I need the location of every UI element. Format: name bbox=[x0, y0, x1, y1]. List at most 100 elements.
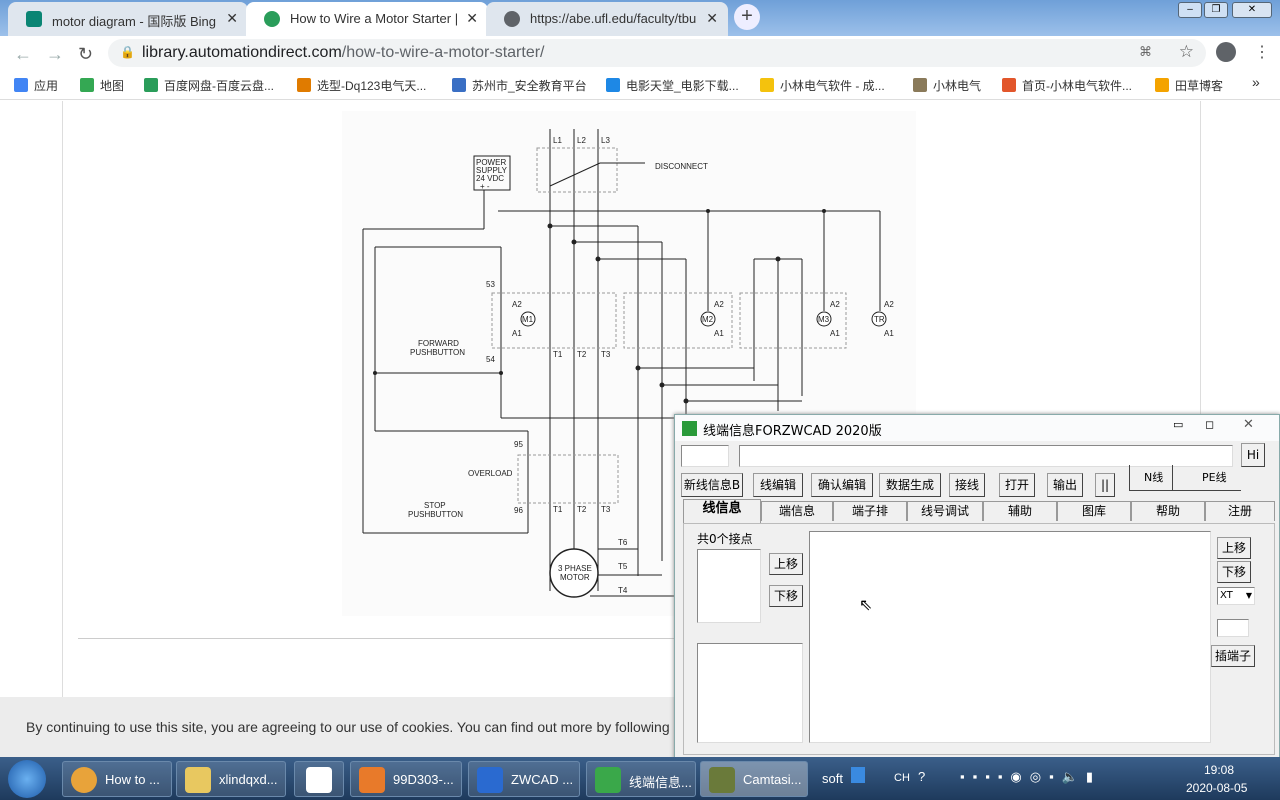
start-button[interactable] bbox=[8, 760, 46, 798]
apps-icon bbox=[14, 78, 28, 92]
new-tab-button[interactable]: + bbox=[734, 4, 760, 30]
close-icon[interactable]: ✕ bbox=[226, 10, 238, 27]
right-move-down-button[interactable]: 下移 bbox=[1217, 561, 1251, 583]
more-bookmarks-icon[interactable]: » bbox=[1252, 74, 1260, 90]
hi-button[interactable]: Hi bbox=[1241, 443, 1265, 467]
url-input[interactable]: 🔒 library.automationdirect.com/how-to-wir… bbox=[108, 39, 1206, 67]
bookmark-label: 地图 bbox=[100, 79, 125, 93]
clock-date[interactable]: 2020-08-05 bbox=[1186, 781, 1247, 795]
bookmark-label: 小林电气 bbox=[933, 79, 982, 93]
node-53: 53 bbox=[486, 280, 495, 289]
move-down-button[interactable]: 下移 bbox=[769, 585, 803, 607]
small-input[interactable] bbox=[681, 445, 729, 467]
tab-line-info[interactable]: 线信息 bbox=[683, 499, 761, 523]
open-button[interactable]: 打开 bbox=[999, 473, 1035, 497]
maximize-button[interactable]: ◻ bbox=[1205, 418, 1214, 431]
back-icon[interactable]: ← bbox=[14, 44, 32, 65]
lower-list[interactable] bbox=[697, 643, 803, 743]
bookmark[interactable]: 首页-小林电气软件... bbox=[1002, 77, 1132, 94]
tab-motor-starter[interactable]: How to Wire a Motor Starter | ✕ bbox=[246, 2, 488, 36]
tab-terminal-strip[interactable]: 端子排 bbox=[833, 501, 907, 521]
help-icon[interactable]: ? bbox=[918, 769, 925, 784]
taskbar-camtasia[interactable]: Camtasi... bbox=[700, 761, 808, 797]
wiring-button[interactable]: 接线 bbox=[949, 473, 985, 497]
translate-icon[interactable]: ⌘ bbox=[1139, 44, 1152, 60]
app-icon bbox=[682, 421, 697, 436]
minimize-button[interactable]: ▭ bbox=[1173, 418, 1183, 431]
minimize-button[interactable]: – bbox=[1178, 2, 1202, 18]
taskbar-zwcad[interactable]: ZWCAD ... bbox=[468, 761, 580, 797]
taskbar-chrome[interactable]: How to ... bbox=[62, 761, 172, 797]
taskbar-wire-info[interactable]: 线端信息... bbox=[586, 761, 696, 797]
tray-icons[interactable]: ▪▪▪▪◉◎▪🔈▮ bbox=[960, 769, 1101, 785]
profile-avatar[interactable] bbox=[1216, 42, 1236, 62]
tab-ufl[interactable]: https://abe.ufl.edu/faculty/tbu ✕ bbox=[486, 2, 728, 36]
coil-tr: TR bbox=[874, 315, 885, 324]
insert-terminal-button[interactable]: 插端子 bbox=[1211, 645, 1255, 667]
right-move-up-button[interactable]: 上移 bbox=[1217, 537, 1251, 559]
a1-label: A1 bbox=[830, 329, 840, 338]
stop-label: PUSHBUTTON bbox=[408, 510, 463, 519]
bookmark[interactable]: 小林电气软件 - 成... bbox=[760, 77, 885, 94]
menu-icon[interactable]: ⋮ bbox=[1254, 42, 1270, 62]
bookmark-icon bbox=[606, 78, 620, 92]
forward-icon[interactable]: → bbox=[46, 44, 64, 65]
wide-input[interactable] bbox=[739, 445, 1233, 467]
tab-register[interactable]: 注册 bbox=[1205, 501, 1275, 521]
close-icon[interactable]: ✕ bbox=[462, 10, 478, 27]
close-window-button[interactable]: ✕ bbox=[1232, 2, 1272, 18]
terminal-label: T3 bbox=[601, 505, 611, 514]
taskbar-folder[interactable]: xlindqxd... bbox=[176, 761, 286, 797]
new-line-info-button[interactable]: 新线信息B bbox=[681, 473, 743, 497]
main-list[interactable] bbox=[809, 531, 1211, 743]
tab-bing[interactable]: motor diagram - 国际版 Bing ✕ bbox=[8, 2, 248, 36]
bookmark[interactable]: 选型-Dq123电气天... bbox=[297, 77, 426, 94]
bookmark[interactable]: 地图 bbox=[80, 77, 124, 94]
bookmark-label: 苏州市_安全教育平台 bbox=[472, 79, 587, 93]
terminal-input[interactable] bbox=[1217, 619, 1249, 637]
output-button[interactable]: 输出 bbox=[1047, 473, 1083, 497]
bookmark[interactable]: 电影天堂_电影下载... bbox=[606, 77, 739, 94]
language-indicator[interactable]: CH bbox=[894, 772, 910, 784]
close-icon[interactable]: ✕ bbox=[702, 10, 718, 27]
terminal-label: T3 bbox=[601, 350, 611, 359]
bookmark-label: 小林电气软件 - 成... bbox=[780, 79, 885, 93]
tab-library[interactable]: 图库 bbox=[1057, 501, 1131, 521]
bookmark-label: 电影天堂_电影下载... bbox=[626, 79, 739, 93]
xt-select[interactable]: XT ▼ bbox=[1217, 587, 1255, 605]
tab-terminal-info[interactable]: 端信息 bbox=[761, 501, 833, 521]
globe-icon bbox=[504, 11, 520, 27]
bookmark[interactable]: 苏州市_安全教育平台 bbox=[452, 77, 587, 94]
confirm-edit-button[interactable]: 确认编辑 bbox=[811, 473, 873, 497]
bookmark-apps[interactable]: 应用 bbox=[14, 77, 58, 94]
bookmark-icon bbox=[1002, 78, 1016, 92]
n-line-option[interactable]: N线 bbox=[1144, 469, 1163, 485]
tab-wire-number-debug[interactable]: 线号调试 bbox=[907, 501, 983, 521]
input-method-icon[interactable] bbox=[851, 767, 865, 783]
a1-label: A1 bbox=[512, 329, 522, 338]
pause-button[interactable]: || bbox=[1095, 473, 1115, 497]
bookmark[interactable]: 田草博客 bbox=[1155, 77, 1223, 94]
pe-line-option[interactable]: PE线 bbox=[1202, 469, 1227, 485]
taskbar-pdf[interactable]: 99D303-... bbox=[350, 761, 462, 797]
generate-data-button[interactable]: 数据生成 bbox=[879, 473, 941, 497]
move-up-button[interactable]: 上移 bbox=[769, 553, 803, 575]
clock-time[interactable]: 19:08 bbox=[1204, 763, 1234, 777]
bookmark[interactable]: 百度网盘-百度云盘... bbox=[144, 77, 274, 94]
close-button[interactable]: ✕ bbox=[1243, 417, 1254, 432]
line-edit-button[interactable]: 线编辑 bbox=[753, 473, 803, 497]
reload-icon[interactable]: ↻ bbox=[78, 44, 93, 65]
label-l1: L1 bbox=[553, 136, 562, 145]
a2-label: A2 bbox=[512, 300, 522, 309]
taskbar-label: 99D303-... bbox=[393, 772, 454, 787]
tab-assist[interactable]: 辅助 bbox=[983, 501, 1057, 521]
restore-button[interactable]: ❐ bbox=[1204, 2, 1228, 18]
label-l2: L2 bbox=[577, 136, 586, 145]
contact-list[interactable] bbox=[697, 549, 761, 623]
star-icon[interactable]: ☆ bbox=[1179, 42, 1194, 62]
tab-help[interactable]: 帮助 bbox=[1131, 501, 1205, 521]
bookmark[interactable]: 小林电气 bbox=[913, 77, 981, 94]
taskbar-baidu[interactable] bbox=[294, 761, 344, 797]
pdf-icon bbox=[359, 767, 385, 793]
taskbar: How to ... xlindqxd... 99D303-... ZWCAD … bbox=[0, 757, 1280, 800]
